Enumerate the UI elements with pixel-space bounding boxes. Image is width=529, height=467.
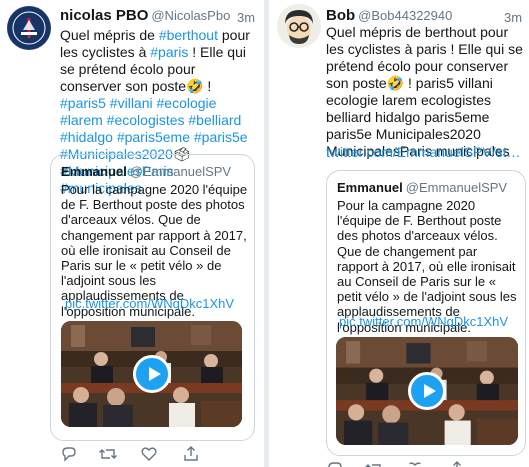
left-quote-media-link[interactable]: pic.twitter.com/WNqDkc1XhV xyxy=(65,296,234,312)
left-quoted-tweet[interactable]: Emmanuel @EmmanuelSPV Pour la campagne 20… xyxy=(50,154,255,441)
right-header: Bob @Bob44322940 xyxy=(326,6,452,26)
share-icon[interactable] xyxy=(448,460,468,467)
right-avatar[interactable] xyxy=(277,4,321,48)
left-video-thumbnail[interactable] xyxy=(61,321,242,427)
like-icon[interactable] xyxy=(140,445,160,465)
hashtag-link[interactable]: #berthout xyxy=(159,27,218,43)
play-icon[interactable] xyxy=(133,355,171,393)
left-quote-author-handle: @EmmanuelSPV xyxy=(129,164,232,179)
hashtag-link[interactable]: #paris5 #villani #ecologie #larem #ecolo… xyxy=(60,95,248,162)
left-author-name[interactable]: nicolas PBO xyxy=(60,7,148,24)
retweet-icon[interactable] xyxy=(364,460,384,467)
right-tweet-text: Quel mépris de berthout pour les cyclist… xyxy=(326,24,523,159)
right-quote-media-link[interactable]: pic.twitter.com/WNqDkc1XhV xyxy=(339,314,508,330)
reply-icon[interactable] xyxy=(326,460,346,467)
psg-logo-icon xyxy=(8,7,50,49)
share-icon[interactable] xyxy=(182,445,202,465)
left-action-bar xyxy=(60,445,260,465)
left-tweet[interactable]: nicolas PBO @NicolasPbo 3m Quel mépris de… xyxy=(0,0,263,467)
left-header: nicolas PBO @NicolasPbo xyxy=(60,6,230,26)
right-author-name[interactable]: Bob xyxy=(326,7,355,24)
tweet-text-segment: Quel mépris de xyxy=(60,27,159,43)
right-quote-header: Emmanuel @EmmanuelSPV xyxy=(337,179,507,197)
hashtag-link[interactable]: #paris xyxy=(150,44,188,60)
left-avatar[interactable] xyxy=(7,6,51,50)
play-icon[interactable] xyxy=(408,372,446,410)
column-divider xyxy=(264,0,269,467)
left-author-handle[interactable]: @NicolasPbo xyxy=(151,8,230,23)
right-tweet-link[interactable]: twitter.com/EmmanuelSPV/st… xyxy=(326,144,526,161)
right-author-handle[interactable]: @Bob44322940 xyxy=(358,8,452,23)
cartoon-avatar-icon xyxy=(277,4,321,48)
right-tweet[interactable]: Bob @Bob44322940 3m Quel mépris de bertho… xyxy=(270,0,529,467)
left-timestamp[interactable]: 3m xyxy=(237,8,255,28)
reply-icon[interactable] xyxy=(60,445,80,465)
retweet-icon[interactable] xyxy=(98,445,118,465)
right-quoted-tweet[interactable]: Emmanuel @EmmanuelSPV Pour la campagne 20… xyxy=(326,170,526,456)
left-quote-header: Emmanuel @EmmanuelSPV xyxy=(61,163,231,181)
right-video-thumbnail[interactable] xyxy=(336,337,518,445)
right-action-bar xyxy=(326,460,526,467)
like-icon[interactable] xyxy=(406,460,426,467)
left-quote-author-name: Emmanuel xyxy=(61,164,127,179)
right-quote-author-handle: @EmmanuelSPV xyxy=(405,180,508,195)
right-quote-author-name: Emmanuel xyxy=(337,180,403,195)
